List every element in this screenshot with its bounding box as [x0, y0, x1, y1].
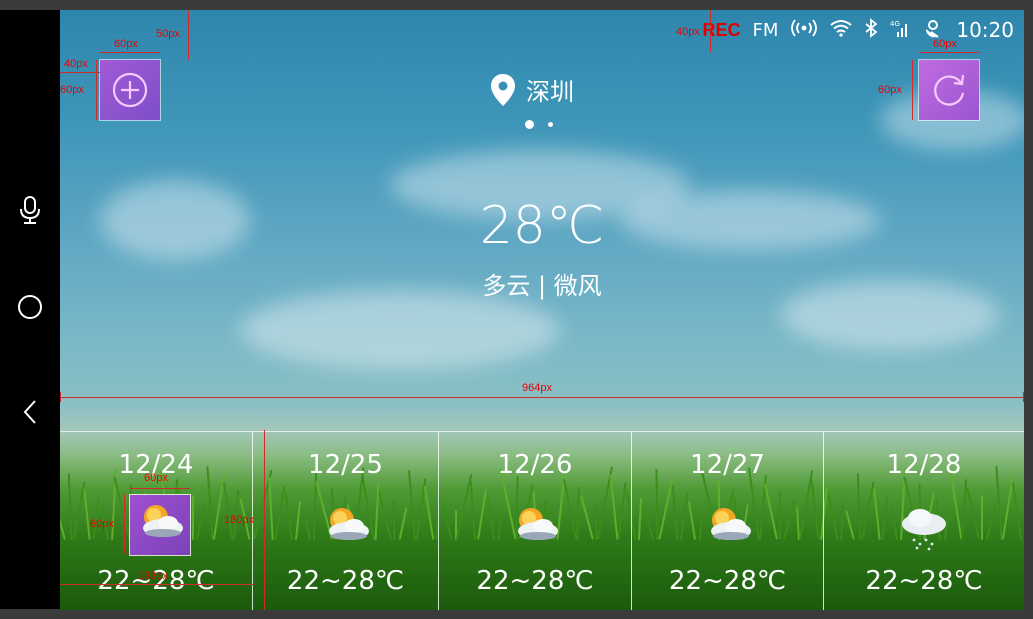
annotation-strip-height: 180px	[224, 514, 254, 526]
page-dot	[548, 122, 553, 127]
city-name: 深圳	[526, 78, 574, 106]
weather-condition: 多云 | 微风	[482, 272, 602, 300]
wifi-icon	[830, 19, 852, 42]
cellular-4g-icon: 4G	[890, 18, 910, 43]
annotation-status-height: 40px	[676, 26, 700, 38]
current-temperature: 28℃	[479, 196, 605, 256]
annotation-icon-width: 60px	[144, 472, 168, 484]
annotation-refresh-height: 60px	[878, 84, 902, 96]
rec-indicator: REC	[702, 19, 741, 40]
measure-line	[60, 397, 1024, 398]
refresh-button[interactable]	[918, 59, 980, 121]
microphone-icon[interactable]	[12, 192, 48, 228]
measure-line	[124, 494, 125, 554]
page-indicator	[525, 120, 553, 129]
annotation-cell-width: 193px	[138, 570, 168, 582]
measure-line	[919, 52, 979, 53]
system-nav-bar	[0, 10, 60, 609]
weather-screen: REC FM 4G 10:20 深圳 28℃ 多云 | 微风 12/24 22~…	[60, 10, 1024, 610]
annotation-top-offset: 50px	[156, 28, 180, 40]
sun-behind-cloud-icon	[698, 498, 758, 558]
measure-line	[264, 430, 265, 610]
measure-tick	[1023, 392, 1024, 402]
annotation-refresh-width: 60px	[933, 38, 957, 50]
rain-cloud-icon	[894, 498, 954, 558]
bluetooth-icon	[864, 17, 878, 43]
cloud-shape	[240, 290, 560, 370]
forecast-temp-range: 22~28℃	[668, 566, 787, 596]
status-bar: REC FM 4G 10:20	[702, 16, 1014, 44]
location-label[interactable]: 深圳	[490, 72, 574, 107]
measure-line	[912, 60, 913, 120]
measure-line	[710, 10, 711, 52]
measure-line	[100, 52, 160, 53]
refresh-icon	[934, 74, 965, 106]
annotation-add-height: 60px	[60, 84, 84, 96]
measure-line	[96, 60, 97, 120]
measure-line	[60, 72, 100, 73]
forecast-date: 12/26	[497, 450, 573, 480]
plus-circle-icon	[112, 72, 148, 108]
device-frame: REC FM 4G 10:20 深圳 28℃ 多云 | 微风 12/24 22~…	[0, 0, 1033, 619]
forecast-day[interactable]: 12/28 22~28℃	[824, 432, 1024, 610]
annotation-icon-height: 60px	[90, 518, 114, 530]
forecast-date: 12/25	[308, 450, 383, 480]
annotation-left-offset: 40px	[64, 58, 88, 70]
measure-line	[130, 488, 190, 489]
page-dot-active	[525, 120, 534, 129]
annotation-width-964: 964px	[522, 382, 552, 394]
sun-behind-cloud-icon	[129, 494, 191, 556]
forecast-day[interactable]: 12/27 22~28℃	[632, 432, 824, 610]
forecast-temp-range: 22~28℃	[865, 566, 983, 596]
fm-indicator: FM	[752, 19, 779, 41]
forecast-day[interactable]: 12/26 22~28℃	[439, 432, 632, 610]
forecast-temp-range: 22~28℃	[476, 566, 594, 596]
forecast-day[interactable]: 12/25 22~28℃	[253, 432, 439, 610]
annotation-add-width: 60px	[114, 38, 138, 50]
forecast-date: 12/27	[690, 450, 765, 480]
svg-text:4G: 4G	[890, 20, 900, 28]
home-circle-icon[interactable]	[12, 289, 48, 325]
sun-behind-cloud-icon	[316, 498, 376, 558]
location-pin-icon	[491, 73, 515, 106]
back-chevron-icon[interactable]	[12, 394, 48, 430]
measure-line	[60, 584, 253, 585]
measure-line	[188, 10, 189, 60]
forecast-date: 12/28	[886, 450, 962, 480]
radio-signal-icon	[790, 18, 818, 43]
clock: 10:20	[956, 18, 1014, 42]
forecast-temp-range: 22~28℃	[286, 566, 405, 596]
sun-behind-cloud-icon	[505, 498, 565, 558]
add-city-button[interactable]	[99, 59, 161, 121]
measure-tick	[60, 392, 61, 402]
